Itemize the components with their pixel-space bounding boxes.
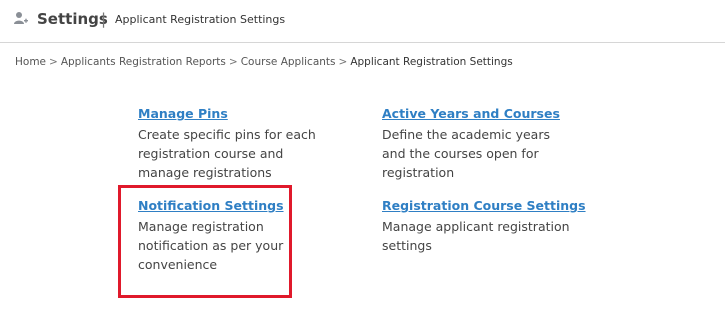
manage-pins-description: Create specific pins for each registrati… <box>138 127 316 180</box>
page-subtitle: Applicant Registration Settings <box>115 13 286 26</box>
manage-pins-link[interactable]: Manage Pins <box>138 106 328 121</box>
highlight-box <box>118 185 292 298</box>
active-years-courses-description: Define the academic years and the course… <box>382 127 550 180</box>
breadcrumb-applicants-registration-reports[interactable]: Applicants Registration Reports <box>61 56 226 68</box>
user-add-icon <box>14 11 28 27</box>
card-active-years-courses: Active Years and Courses Define the acad… <box>382 106 572 182</box>
breadcrumb-home[interactable]: Home <box>15 56 46 68</box>
registration-course-settings-link[interactable]: Registration Course Settings <box>382 198 586 213</box>
page-title: Settings <box>37 10 108 28</box>
page-header: Settings | Applicant Registration Settin… <box>0 0 725 43</box>
breadcrumb-separator: > <box>338 56 348 68</box>
registration-course-settings-description: Manage applicant registration settings <box>382 219 570 253</box>
breadcrumb-separator: > <box>228 56 238 68</box>
breadcrumb: Home > Applicants Registration Reports > Cou… <box>15 56 513 68</box>
breadcrumb-course-applicants[interactable]: Course Applicants <box>241 56 336 68</box>
active-years-courses-link[interactable]: Active Years and Courses <box>382 106 572 121</box>
card-manage-pins: Manage Pins Create specific pins for eac… <box>138 106 328 182</box>
header-separator: | <box>101 10 107 28</box>
card-registration-course-settings: Registration Course Settings Manage appl… <box>382 198 586 255</box>
breadcrumb-current: Applicant Registration Settings <box>350 56 513 68</box>
breadcrumb-separator: > <box>49 56 58 68</box>
